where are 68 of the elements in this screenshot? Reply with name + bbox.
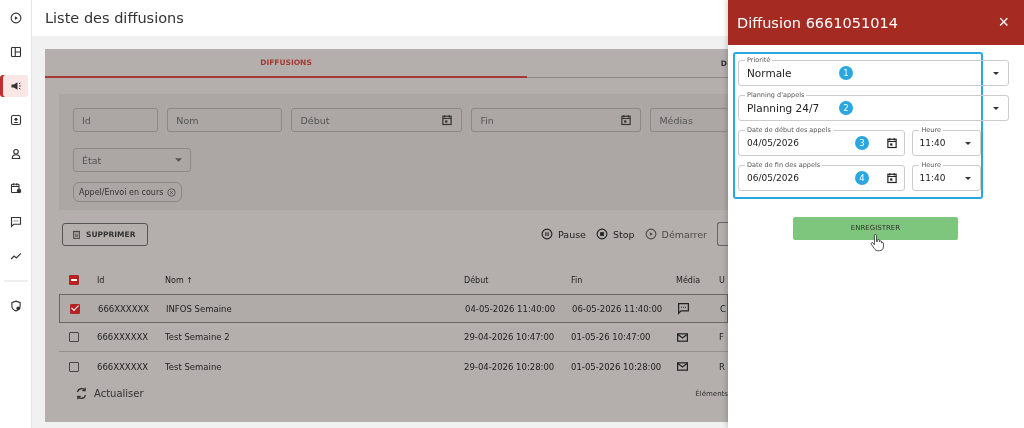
caret-icon [965,142,971,145]
column-header[interactable]: Id [97,276,105,285]
column-header[interactable]: Fin [571,276,583,285]
table-row[interactable]: 666XXXXXX INFOS Semaine 04-05-2026 11:40:00 06-05-2026 11:40:00 C [59,294,728,323]
table-cell: Test Semaine 2 [165,332,230,342]
page-title: Liste des diffusions [45,10,184,26]
calendar-icon [886,172,899,184]
refresh-icon [75,387,88,400]
table-cell: 01-05-2026 10:28:00 [571,361,662,372]
table-cell: Test Semaine [165,361,222,372]
envelope-icon [676,330,689,344]
filter-chip[interactable]: Appel/Envoi en cours [73,182,183,202]
table-cell: 666XXXXXX [98,303,150,314]
step-badge: 2 [839,101,853,115]
caret-icon [175,158,182,162]
column-header[interactable]: Nom ↑ [165,276,193,285]
column-header[interactable]: Début [464,276,489,285]
table-cell: 666XXXXXX [97,332,149,342]
action-button[interactable]: Stop [595,228,635,240]
close-button[interactable]: × [998,12,1009,33]
table-cell: 06-05-2026 11:40:00 [572,303,663,314]
table-row[interactable]: 666XXXXXX Test Semaine 2 29-04-2026 10:47:00 01-05-26 10:47:00 F [59,323,728,352]
refresh-button[interactable]: Actualiser [75,387,144,400]
row-checkbox[interactable] [70,303,80,314]
chat-icon [677,302,690,315]
table-cell: 666XXXXXX [97,361,149,372]
layout-icon [9,46,22,58]
pause-icon [541,228,553,240]
calendar-icon [620,114,633,126]
trend-line-icon [9,250,22,262]
table-cell: 29-04-2026 10:28:00 [464,361,555,372]
calendar-icon [9,182,22,194]
row-checkbox[interactable] [69,332,79,342]
play-circle-icon [9,12,22,24]
table-cell: 29-04-2026 10:47:00 [464,332,555,342]
envelope-icon [676,360,689,373]
calendar-icon [441,114,454,126]
stop-icon [595,228,608,240]
megaphone-icon [9,80,22,92]
table-cell: C [720,303,726,314]
table-cell: 04-05-2026 11:40:00 [465,303,556,314]
action-button[interactable]: Pause [541,228,586,240]
caret-icon [993,72,999,75]
step-badge: 3 [855,136,869,150]
shield-icon [9,300,22,312]
table-row[interactable]: 666XXXXXX Test Semaine 29-04-2026 10:28:00 01-05-2026 10:28:00 R [59,352,728,381]
caret-icon [993,107,999,110]
row-checkbox[interactable] [69,361,79,372]
column-header[interactable]: U [719,276,725,285]
trash-icon [73,229,80,239]
table-cell: F [719,332,724,342]
remove-icon[interactable] [167,187,177,197]
drawer-title: Diffusion 6661051014 [737,14,898,31]
table-cell: R [719,361,725,372]
caret-icon [965,177,971,180]
person-icon [9,148,22,160]
sidebar-item[interactable] [3,75,28,97]
step-badge: 4 [855,171,869,185]
step-badge: 1 [839,66,853,80]
column-header[interactable]: Média [676,275,701,285]
contact-icon [9,114,22,126]
calendar-icon [886,137,899,149]
play-circle-icon [644,228,657,240]
select-all-checkbox[interactable] [69,275,79,285]
chat-icon [9,216,22,228]
table-cell: INFOS Semaine [166,303,232,314]
table-cell: 01-05-26 10:47:00 [571,332,651,342]
hand-cursor-icon [870,233,884,252]
